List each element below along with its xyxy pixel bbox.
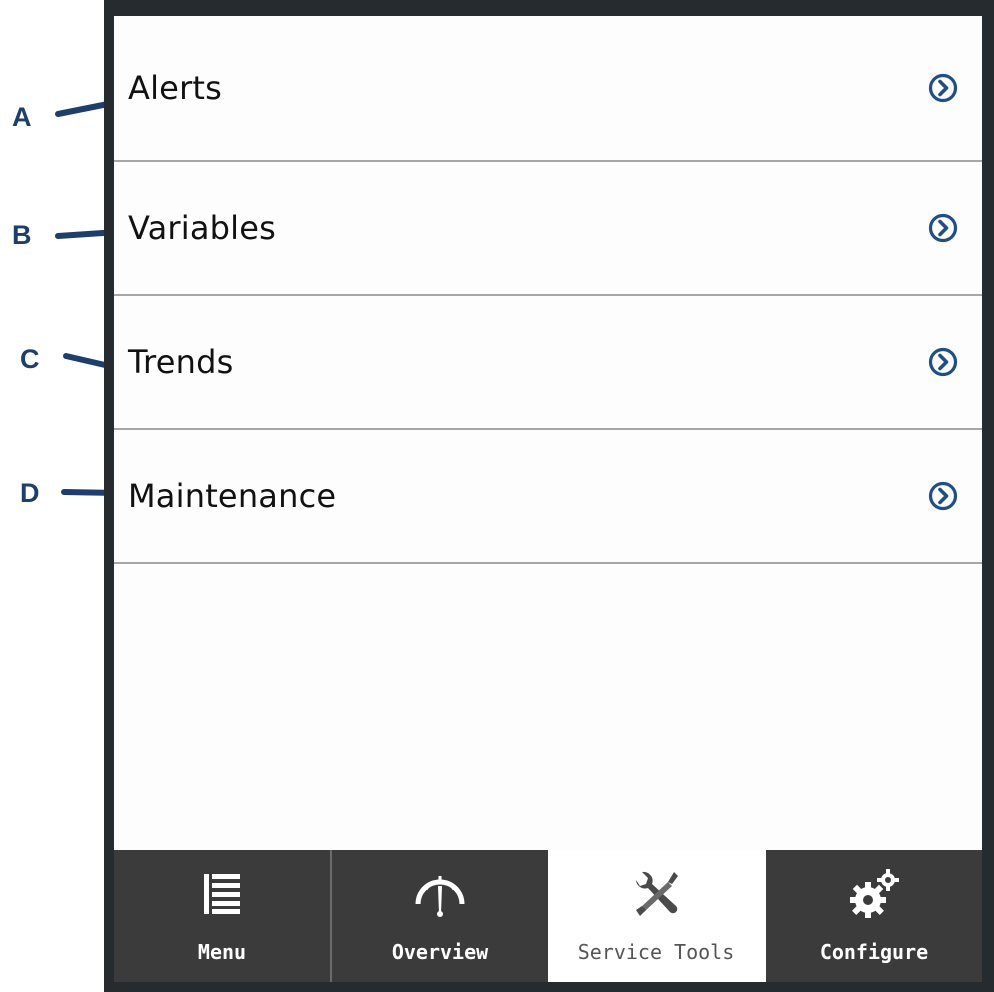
tab-label: Service Tools <box>577 940 735 964</box>
menu-item-label: Trends <box>128 343 234 381</box>
tab-service-tools[interactable]: Service Tools <box>548 850 764 982</box>
list-icon <box>204 874 240 914</box>
menu-item-maintenance[interactable]: Maintenance <box>114 430 982 564</box>
bottom-nav-bar: Menu Overview Service Tools Configure <box>114 850 982 982</box>
menu-item-variables[interactable]: Variables <box>114 162 982 296</box>
screen: Alerts Variables Trends Maintenance Menu… <box>114 16 982 982</box>
menu-item-alerts[interactable]: Alerts <box>114 16 982 162</box>
tab-label: Configure <box>819 940 929 964</box>
menu-item-trends[interactable]: Trends <box>114 296 982 430</box>
gauge-icon <box>415 876 465 917</box>
menu-item-label: Variables <box>128 209 277 247</box>
chevron-right-circle-icon[interactable] <box>928 213 958 243</box>
wrench-screwdriver-icon <box>636 871 678 916</box>
chevron-right-circle-icon[interactable] <box>928 481 958 511</box>
chevron-right-circle-icon[interactable] <box>928 347 958 377</box>
tab-label: Overview <box>391 940 489 964</box>
tab-overview[interactable]: Overview <box>332 850 548 982</box>
tab-configure[interactable]: Configure <box>766 850 982 982</box>
chevron-right-circle-icon[interactable] <box>928 73 958 103</box>
device-frame: Alerts Variables Trends Maintenance Menu… <box>104 0 994 992</box>
stage: A B C D Alerts Variables Trends Maintena… <box>0 0 994 992</box>
tab-label: Menu <box>197 940 247 964</box>
menu-item-label: Alerts <box>128 69 223 107</box>
menu-item-label: Maintenance <box>128 477 337 515</box>
gears-icon <box>850 869 899 918</box>
service-tools-menu: Alerts Variables Trends Maintenance <box>114 16 982 564</box>
tab-menu[interactable]: Menu <box>114 850 330 982</box>
